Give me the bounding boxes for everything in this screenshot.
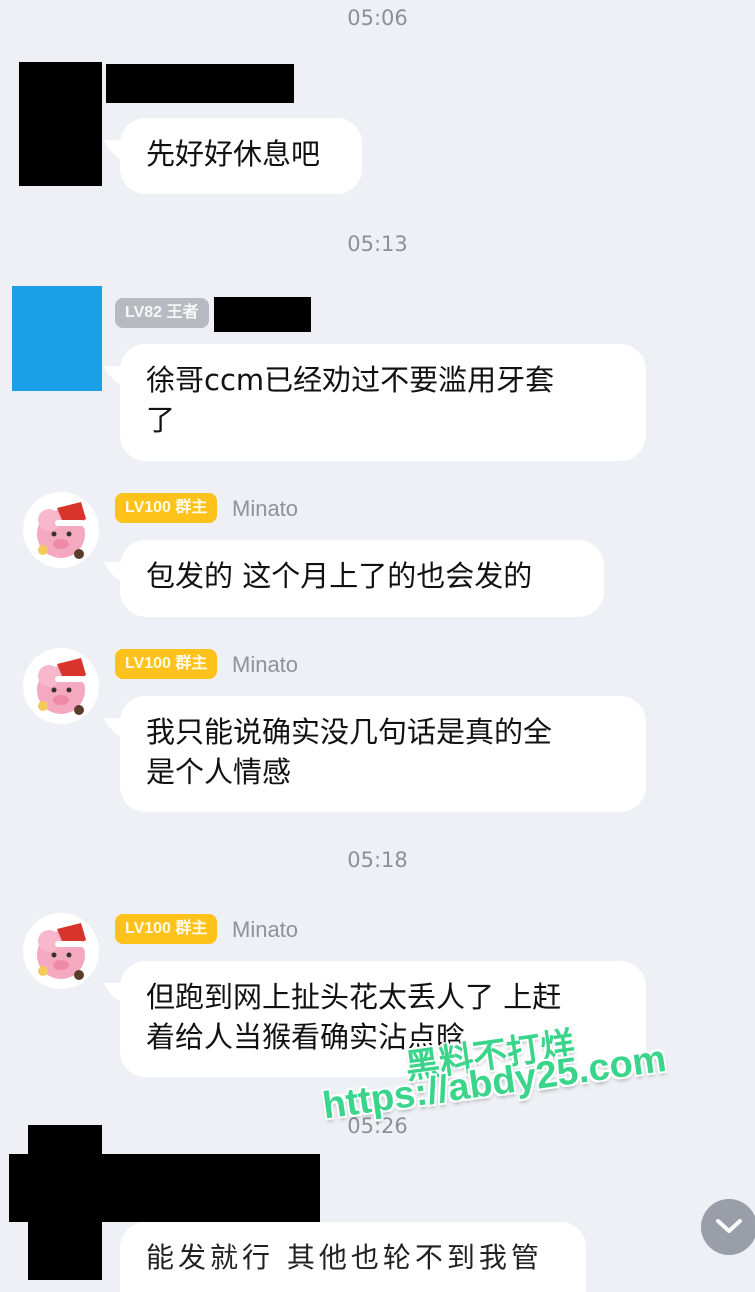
pig-santa-icon	[37, 923, 92, 980]
chevron-down-icon	[716, 1219, 742, 1233]
pig-santa-icon	[37, 502, 92, 559]
scroll-down-button[interactable]	[701, 1199, 755, 1255]
pig-santa-icon	[37, 658, 92, 715]
redacted-username	[214, 297, 311, 332]
message-text: 先好好休息吧	[146, 137, 321, 171]
avatar[interactable]	[12, 286, 102, 391]
level-badge: LV100 群主	[115, 649, 218, 679]
avatar[interactable]	[23, 648, 99, 724]
message-text: 徐哥ccm已经劝过不要滥用牙套	[146, 363, 555, 397]
level-badge: LV100 群主	[115, 914, 218, 944]
sender-name[interactable]: Minato	[232, 496, 298, 522]
avatar[interactable]	[23, 492, 99, 568]
redacted-username	[9, 1154, 320, 1222]
sender-name[interactable]: Minato	[232, 917, 298, 943]
level-badge: LV82 王者	[115, 298, 209, 328]
timestamp: 05:06	[347, 6, 408, 30]
message-text-line2: 了	[146, 403, 176, 437]
redacted-username	[106, 64, 294, 103]
timestamp: 05:13	[347, 232, 408, 256]
sender-name[interactable]: Minato	[232, 652, 298, 678]
message-text: 我只能说确实没几句话是真的全	[146, 715, 553, 749]
message-text-line2: 是个人情感	[146, 755, 292, 789]
message-text: 能发就行 其他也轮不到我管	[146, 1241, 543, 1274]
message-text: 包发的 这个月上了的也会发的	[146, 559, 533, 593]
message-bubble[interactable]: 能发就行 其他也轮不到我管	[120, 1222, 586, 1292]
message-bubble[interactable]: 我只能说确实没几句话是真的全 是个人情感	[120, 696, 646, 812]
message-bubble[interactable]: 徐哥ccm已经劝过不要滥用牙套 了	[120, 344, 646, 461]
message-bubble[interactable]: 先好好休息吧	[120, 118, 362, 194]
level-badge: LV100 群主	[115, 493, 218, 523]
message-bubble[interactable]: 包发的 这个月上了的也会发的	[120, 540, 604, 617]
avatar[interactable]	[23, 913, 99, 989]
timestamp: 05:18	[347, 848, 408, 872]
redacted-avatar[interactable]	[19, 62, 102, 186]
message-text: 但跑到网上扯头花太丢人了 上赶	[146, 980, 562, 1014]
